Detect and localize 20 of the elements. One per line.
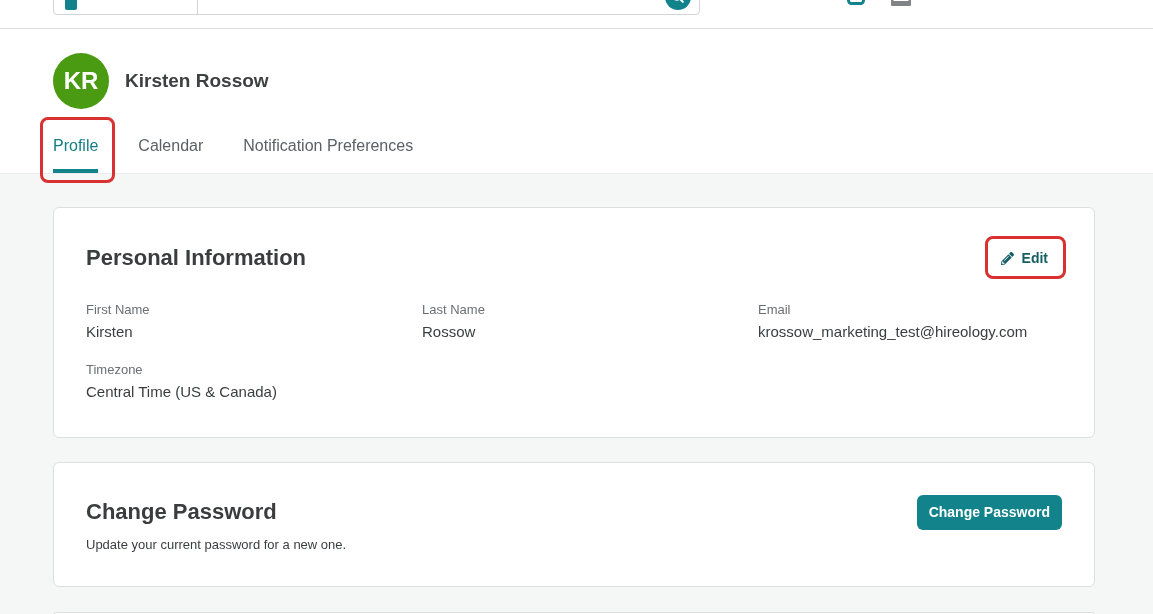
edit-button[interactable]: Edit: [986, 240, 1062, 276]
field-label: Last Name: [422, 302, 486, 318]
pencil-icon: [1000, 251, 1014, 265]
field-label: Email: [758, 302, 792, 318]
user-name: Kirsten Rossow: [125, 68, 269, 93]
tile-icon: [65, 0, 77, 10]
field-value: Rossow: [422, 322, 477, 342]
field-value: Central Time (US & Canada): [86, 382, 278, 402]
field-value: krossow_marketing_test@hireology.com: [758, 322, 1029, 342]
tab[interactable]: Notification Preferences: [243, 130, 414, 173]
field-value: Kirsten: [86, 322, 134, 342]
field-label: First Name: [86, 302, 151, 318]
section-title: Personal Information: [86, 244, 307, 272]
avatar: KR: [53, 53, 109, 109]
tab[interactable]: Profile: [53, 130, 99, 173]
field-label: Timezone: [86, 362, 144, 378]
section-description: Update your current password for a new one.: [86, 536, 347, 554]
change-password-button[interactable]: Change Password: [916, 495, 1062, 530]
section-title: Change Password: [86, 498, 278, 526]
tab[interactable]: Calendar: [138, 130, 204, 173]
